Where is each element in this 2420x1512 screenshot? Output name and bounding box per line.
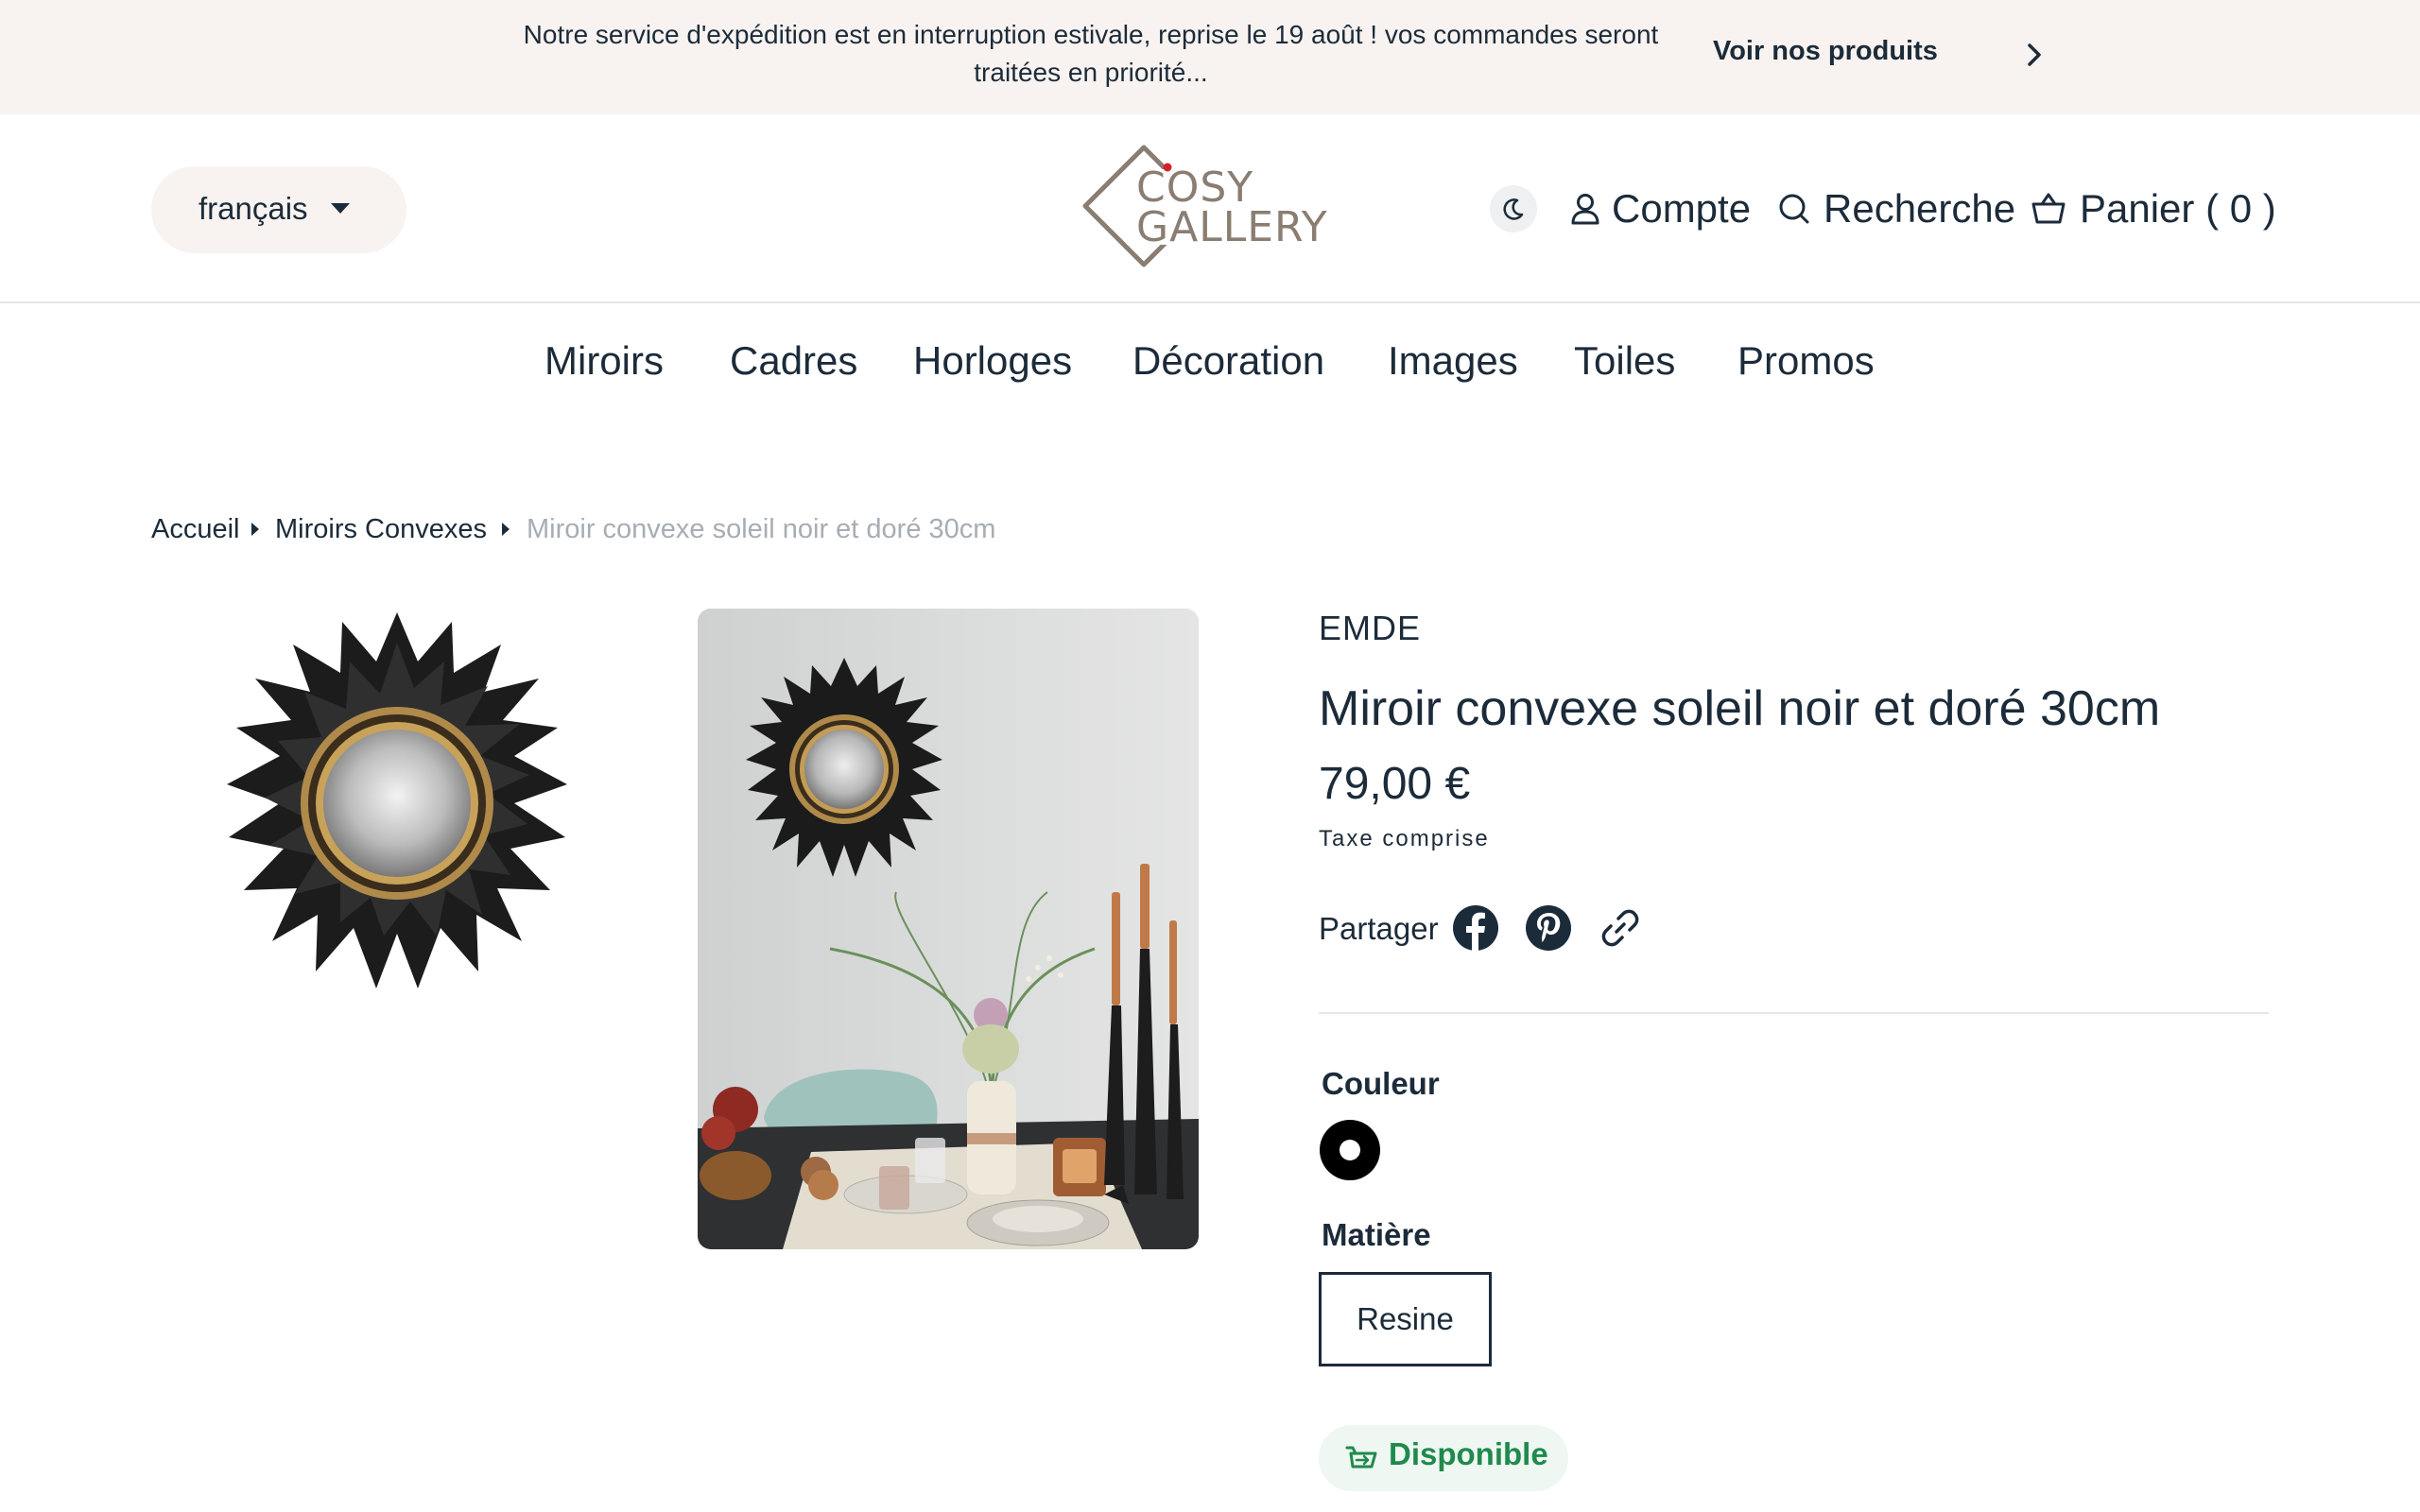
product-title: Miroir convexe soleil noir et doré 30cm (1319, 681, 2161, 736)
share-label: Partager (1319, 911, 1439, 946)
breadcrumb-current: Miroir convexe soleil noir et doré 30cm (527, 514, 996, 544)
copy-link-icon[interactable] (1596, 903, 1645, 953)
tax-note: Taxe comprise (1319, 826, 1490, 851)
facebook-icon[interactable] (1451, 903, 1500, 953)
cart-arrows-icon (1345, 1446, 1377, 1469)
product-brand[interactable]: EMDE (1319, 609, 1421, 648)
nav-item-horloges[interactable]: Horloges (913, 331, 1072, 391)
product-thumbnail[interactable] (199, 605, 596, 1002)
language-label: français (199, 191, 308, 226)
theme-toggle-button[interactable] (1490, 185, 1537, 232)
nav-item-toiles[interactable]: Toiles (1574, 331, 1675, 391)
account-link[interactable]: Compte (1569, 182, 1758, 235)
pinterest-icon[interactable] (1524, 903, 1573, 953)
announcement-bar: Notre service d'expédition est en interr… (0, 0, 2420, 114)
search-label: Recherche (1824, 186, 2016, 231)
caret-down-icon (331, 203, 350, 214)
availability-badge: Disponible (1319, 1425, 1568, 1491)
nav-item-decoration[interactable]: Décoration (1132, 331, 1324, 391)
view-products-link[interactable]: Voir nos produits (1713, 36, 1938, 67)
material-label: Matière (1322, 1217, 1431, 1252)
breadcrumb-category[interactable]: Miroirs Convexes (275, 508, 487, 550)
product-main-image[interactable] (698, 609, 1199, 1249)
divider (1319, 1012, 2269, 1014)
account-label: Compte (1612, 186, 1752, 231)
breadcrumb-separator-icon (502, 523, 510, 536)
search-icon (1779, 194, 1809, 224)
product-price: 79,00 € (1319, 759, 1471, 809)
nav-item-images[interactable]: Images (1388, 331, 1518, 391)
logo-text-gallery: GALLERY (1136, 203, 1328, 251)
cart-link[interactable]: Panier ( 0 ) (2031, 182, 2276, 235)
moon-icon (1503, 198, 1524, 220)
search-link[interactable]: Recherche (1777, 182, 2016, 235)
availability-label: Disponible (1389, 1436, 1548, 1471)
color-label: Couleur (1322, 1066, 1440, 1101)
color-swatch-black[interactable] (1320, 1120, 1380, 1180)
announcement-text: Notre service d'expédition est en interr… (523, 20, 1659, 87)
basket-icon (2031, 193, 2066, 224)
nav-item-cadres[interactable]: Cadres (730, 331, 857, 391)
chevron-right-icon[interactable] (2017, 38, 2051, 72)
material-option-resine[interactable]: Resine (1319, 1272, 1492, 1366)
language-selector[interactable]: français (151, 166, 406, 253)
nav-item-miroirs[interactable]: Miroirs (544, 331, 664, 391)
user-icon (1571, 194, 1599, 225)
breadcrumb-home[interactable]: Accueil (151, 508, 240, 550)
nav-item-promos[interactable]: Promos (1737, 331, 1875, 391)
cart-label: Panier ( 0 ) (2080, 186, 2276, 231)
breadcrumb-separator-icon (251, 523, 259, 536)
site-header: français COSY GALLERY Compte Recherche P… (0, 114, 2420, 303)
main-nav: Miroirs Cadres Horloges Décoration Image… (0, 331, 2420, 391)
site-logo[interactable]: COSY GALLERY (1078, 143, 1342, 275)
